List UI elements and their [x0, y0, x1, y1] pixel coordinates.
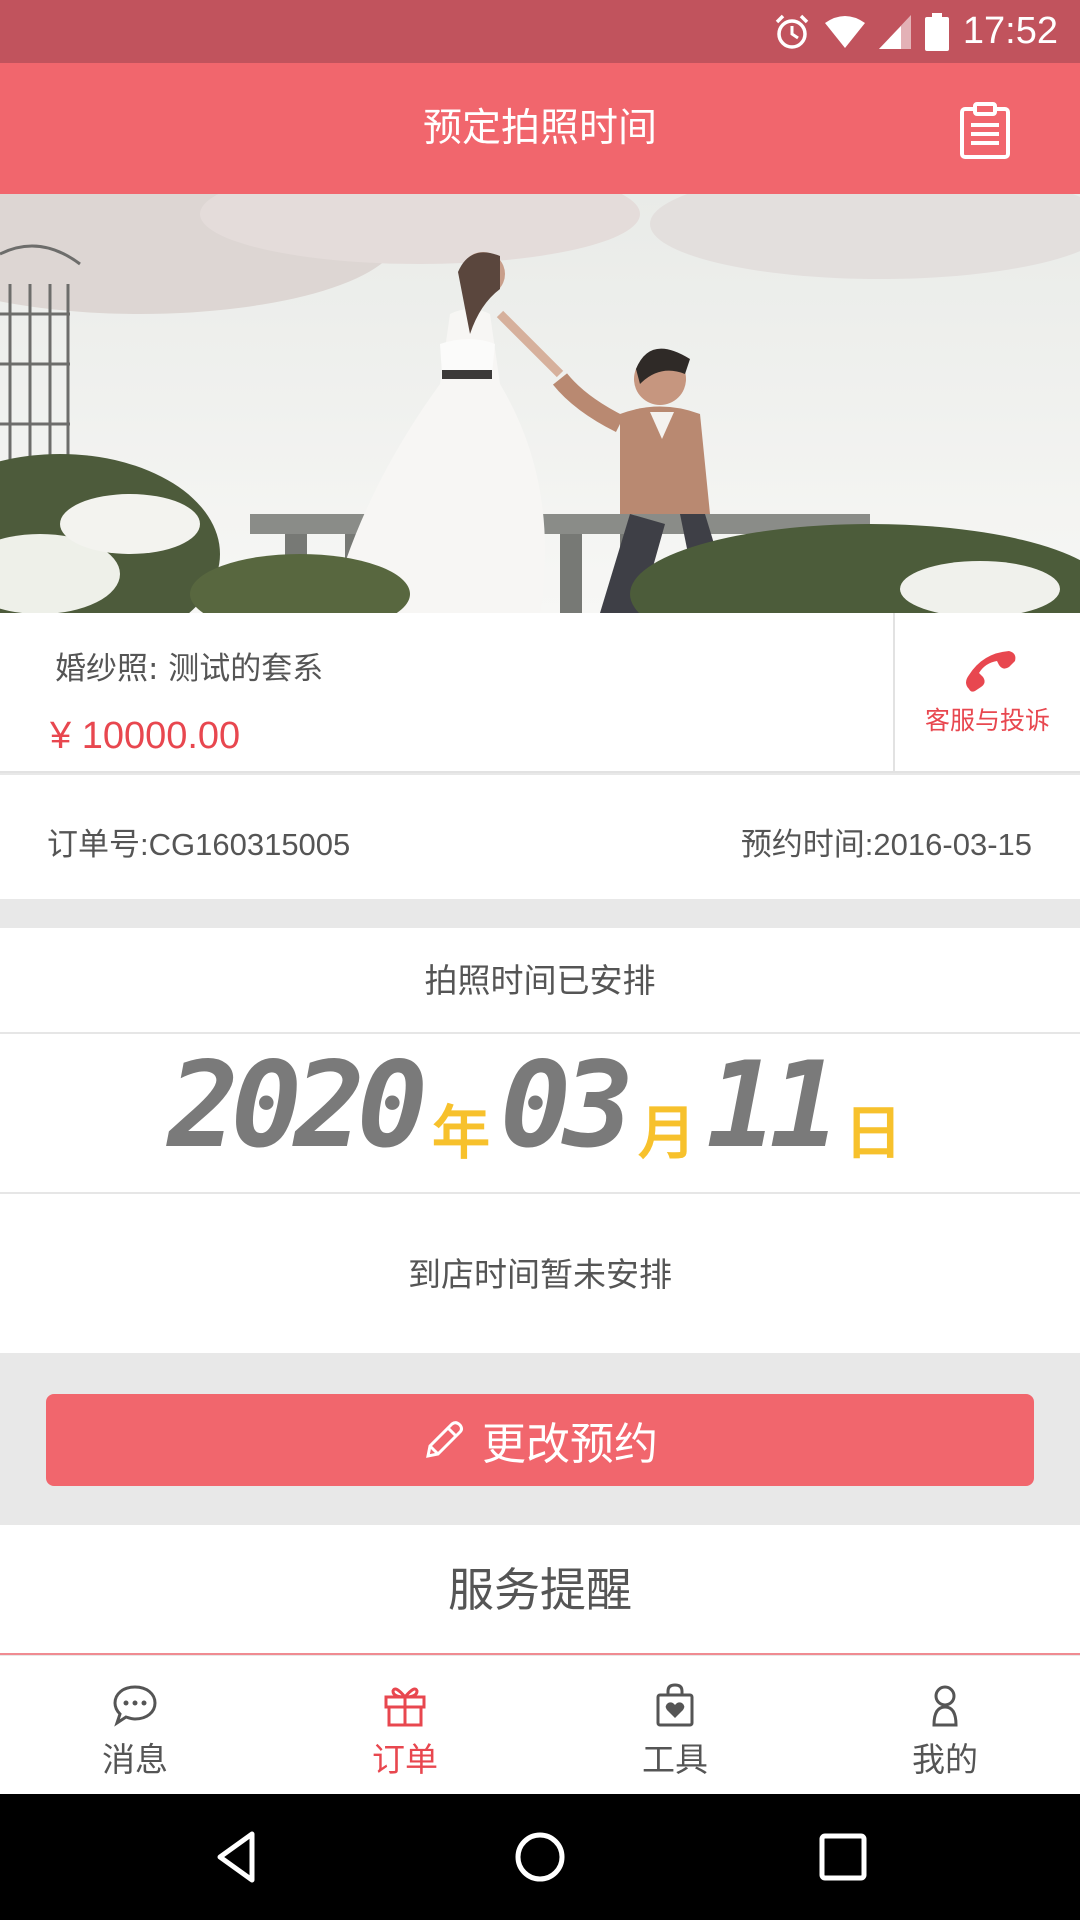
- arrival-time-status: 到店时间暂未安排: [408, 1255, 672, 1294]
- year-unit: 年: [431, 1099, 490, 1167]
- signal-icon: [878, 14, 911, 49]
- order-info: 订单号:CG160315005 预约时间:2016-03-15: [0, 775, 1080, 899]
- person-icon: [932, 1685, 958, 1727]
- tab-tools[interactable]: 工具: [540, 1656, 810, 1794]
- tab-orders-label: 订单: [372, 1740, 438, 1779]
- clipboard-list-icon[interactable]: [956, 101, 1014, 159]
- home-icon[interactable]: [507, 1824, 573, 1890]
- photo-schedule: 拍照时间已安排 2020 年 03 月 11 日 到店时间暂未安排: [0, 928, 1080, 1353]
- tab-messages-label: 消息: [102, 1740, 168, 1779]
- recents-icon[interactable]: [810, 1824, 876, 1890]
- service-reminder-section: 服务提醒: [0, 1525, 1080, 1655]
- status-bar: 17:52: [0, 0, 1080, 63]
- page-title: 预定拍照时间: [422, 106, 657, 151]
- phone-icon: [966, 651, 1016, 692]
- order-number: 订单号:CG160315005: [47, 827, 351, 862]
- day-digits: 11: [706, 1036, 840, 1174]
- service-reminder-title: 服务提醒: [448, 1563, 632, 1617]
- back-icon[interactable]: [204, 1824, 270, 1890]
- month-unit: 月: [638, 1099, 697, 1167]
- bottom-tab-bar: 消息 订单 工具 我的: [0, 1656, 1080, 1794]
- system-navigation-bar: [0, 1794, 1080, 1920]
- battery-icon: [924, 12, 949, 51]
- bag-heart-icon: [656, 1683, 694, 1727]
- year-digits: 2020: [167, 1036, 428, 1174]
- photo-time-status: 拍照时间已安排: [0, 928, 1080, 1034]
- booking-date: 预约时间:2016-03-15: [740, 827, 1032, 862]
- package-price: ¥ 10000.00: [50, 715, 241, 757]
- package-info: 婚纱照: 测试的套系 ¥ 10000.00 客服与投诉: [0, 613, 1080, 773]
- month-digits: 03: [499, 1036, 634, 1174]
- tab-tools-label: 工具: [642, 1740, 708, 1779]
- day-unit: 日: [844, 1099, 903, 1167]
- package-name: 婚纱照: 测试的套系: [55, 651, 324, 687]
- customer-service-label: 客服与投诉: [924, 706, 1050, 735]
- app-bar: 预定拍照时间: [0, 63, 1080, 194]
- gift-icon: [384, 1687, 426, 1727]
- tab-messages[interactable]: 消息: [0, 1656, 270, 1794]
- photo-date-display: 2020 年 03 月 11 日: [0, 1034, 1080, 1194]
- package-banner-image: [0, 194, 1080, 613]
- customer-service-button[interactable]: 客服与投诉: [895, 613, 1080, 773]
- pencil-icon: [426, 1421, 463, 1458]
- change-booking-button[interactable]: 更改预约: [46, 1394, 1034, 1486]
- alarm-icon: [775, 14, 809, 49]
- wifi-icon: [824, 15, 865, 48]
- tab-profile[interactable]: 我的: [810, 1656, 1080, 1794]
- tab-profile-label: 我的: [912, 1740, 978, 1779]
- change-booking-label: 更改预约: [482, 1419, 658, 1470]
- clock: 17:52: [962, 10, 1058, 52]
- chat-bubble-icon: [113, 1685, 157, 1727]
- tab-orders[interactable]: 订单: [270, 1656, 540, 1794]
